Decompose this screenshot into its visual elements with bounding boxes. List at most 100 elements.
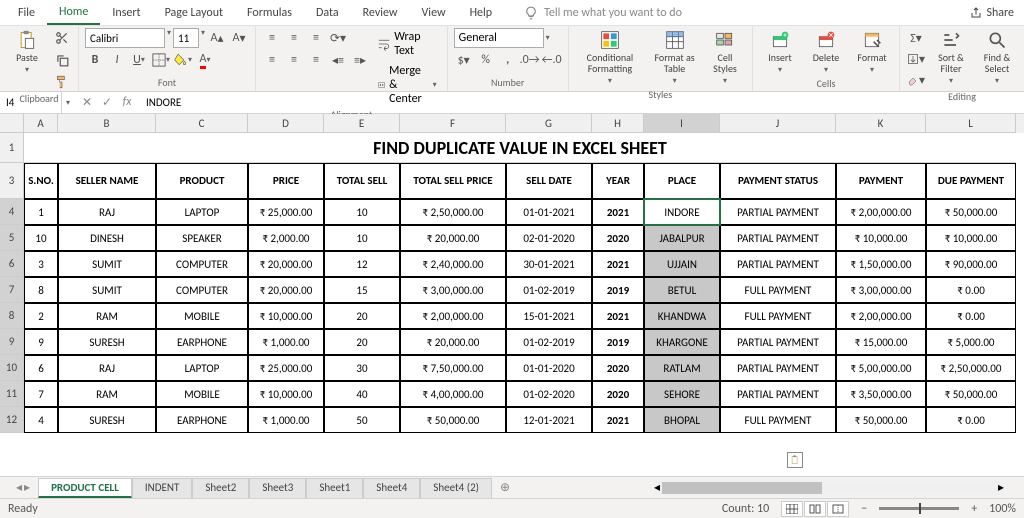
data-cell[interactable]: LAPTOP xyxy=(156,199,248,225)
header-cell[interactable]: TOTAL SELL xyxy=(324,163,400,199)
col-header-I[interactable]: I xyxy=(644,114,720,133)
data-cell[interactable]: 01-01-2020 xyxy=(506,355,592,381)
tab-home[interactable]: Home xyxy=(47,1,100,25)
data-cell[interactable]: ₹ 0.00 xyxy=(926,277,1016,303)
data-cell[interactable]: 2 xyxy=(24,303,58,329)
data-cell[interactable]: SURESH xyxy=(58,407,156,433)
tab-help[interactable]: Help xyxy=(458,2,505,24)
data-cell[interactable]: ₹ 7,50,000.00 xyxy=(400,355,506,381)
col-header-K[interactable]: K xyxy=(836,114,926,133)
align-left-button[interactable]: ≡ xyxy=(262,50,282,70)
data-cell[interactable]: BHOPAL xyxy=(644,407,720,433)
data-cell[interactable]: ₹ 0.00 xyxy=(926,303,1016,329)
data-cell[interactable]: 2021 xyxy=(592,251,644,277)
header-cell[interactable]: PRICE xyxy=(248,163,324,199)
data-cell[interactable]: 2019 xyxy=(592,329,644,355)
cells-grid[interactable]: FIND DUPLICATE VALUE IN EXCEL SHEETS.NO.… xyxy=(24,133,1016,433)
data-cell[interactable]: 10 xyxy=(324,199,400,225)
data-cell[interactable]: DINESH xyxy=(58,225,156,251)
font-name-input[interactable] xyxy=(85,28,165,48)
data-cell[interactable]: ₹ 10,000.00 xyxy=(248,303,324,329)
format-painter-button[interactable] xyxy=(52,72,72,92)
data-cell[interactable]: ₹ 4,00,000.00 xyxy=(400,381,506,407)
col-header-B[interactable]: B xyxy=(58,114,156,133)
add-sheet-button[interactable]: ⊕ xyxy=(492,478,518,497)
wrap-text-button[interactable]: Wrap Text xyxy=(374,28,441,60)
data-cell[interactable]: 2021 xyxy=(592,303,644,329)
paste-options-tag[interactable] xyxy=(787,452,803,468)
sheet-tab[interactable]: INDENT xyxy=(132,478,192,498)
tab-file[interactable]: File xyxy=(6,2,47,24)
underline-button[interactable]: U▾ xyxy=(129,50,149,70)
header-cell[interactable]: SELL DATE xyxy=(506,163,592,199)
data-cell[interactable]: COMPUTER xyxy=(156,251,248,277)
data-cell[interactable]: 2021 xyxy=(592,407,644,433)
align-bottom-button[interactable]: ≡ xyxy=(306,28,326,48)
data-cell[interactable]: ₹ 20,000.00 xyxy=(248,277,324,303)
data-cell[interactable]: BETUL xyxy=(644,277,720,303)
data-cell[interactable]: 2021 xyxy=(592,199,644,225)
cell-styles-button[interactable]: Cell Styles▾ xyxy=(704,28,746,88)
tab-view[interactable]: View xyxy=(410,2,458,24)
decrease-font-button[interactable]: A▾ xyxy=(229,28,249,48)
data-cell[interactable]: SUMIT xyxy=(58,277,156,303)
font-color-button[interactable]: A▾ xyxy=(195,50,215,70)
data-cell[interactable]: 40 xyxy=(324,381,400,407)
data-cell[interactable]: 9 xyxy=(24,329,58,355)
fill-button[interactable]: ▾ xyxy=(906,49,926,69)
dec-decimal-button[interactable]: ←.0 xyxy=(542,50,562,70)
data-cell[interactable]: ₹ 3,00,000.00 xyxy=(400,277,506,303)
data-cell[interactable]: ₹ 50,000.00 xyxy=(836,407,926,433)
data-cell[interactable]: FULL PAYMENT xyxy=(720,277,836,303)
data-cell[interactable]: 01-02-2019 xyxy=(506,329,592,355)
header-cell[interactable]: TOTAL SELL PRICE xyxy=(400,163,506,199)
align-right-button[interactable]: ≡ xyxy=(306,50,326,70)
data-cell[interactable]: 15-01-2021 xyxy=(506,303,592,329)
data-cell[interactable]: LAPTOP xyxy=(156,355,248,381)
data-cell[interactable]: EARPHONE xyxy=(156,329,248,355)
zoom-level[interactable]: 100% xyxy=(989,502,1016,516)
col-header-C[interactable]: C xyxy=(156,114,248,133)
sheet-nav-next[interactable]: ▸ xyxy=(24,480,30,495)
inc-decimal-button[interactable]: .0→ xyxy=(520,50,540,70)
row-header-11[interactable]: 11 xyxy=(0,381,24,407)
copy-button[interactable] xyxy=(52,50,72,70)
orientation-button[interactable]: ⟳▾ xyxy=(328,28,348,48)
tab-insert[interactable]: Insert xyxy=(100,2,152,24)
row-header-10[interactable]: 10 xyxy=(0,355,24,381)
data-cell[interactable]: RAM xyxy=(58,381,156,407)
number-format-select[interactable] xyxy=(454,28,544,48)
data-cell[interactable]: 1 xyxy=(24,199,58,225)
row-header-8[interactable]: 8 xyxy=(0,303,24,329)
data-cell[interactable]: 30-01-2021 xyxy=(506,251,592,277)
data-cell[interactable]: ₹ 50,000.00 xyxy=(926,199,1016,225)
data-cell[interactable]: ₹ 3,50,000.00 xyxy=(836,381,926,407)
data-cell[interactable]: ₹ 0.00 xyxy=(926,407,1016,433)
col-header-F[interactable]: F xyxy=(400,114,506,133)
data-cell[interactable]: KHARGONE xyxy=(644,329,720,355)
view-page-break-button[interactable] xyxy=(827,501,849,517)
data-cell[interactable]: ₹ 50,000.00 xyxy=(926,381,1016,407)
italic-button[interactable]: I xyxy=(107,50,127,70)
align-top-button[interactable]: ≡ xyxy=(262,28,282,48)
data-cell[interactable]: 20 xyxy=(324,303,400,329)
row-header-1[interactable]: 1 xyxy=(0,133,24,163)
col-header-A[interactable]: A xyxy=(24,114,58,133)
col-header-D[interactable]: D xyxy=(248,114,324,133)
data-cell[interactable]: FULL PAYMENT xyxy=(720,407,836,433)
data-cell[interactable]: 7 xyxy=(24,381,58,407)
border-button[interactable]: ▾ xyxy=(151,50,171,70)
data-cell[interactable]: RAM xyxy=(58,303,156,329)
col-header-J[interactable]: J xyxy=(720,114,836,133)
title-cell[interactable]: FIND DUPLICATE VALUE IN EXCEL SHEET xyxy=(24,133,1016,163)
data-cell[interactable]: ₹ 2,50,000.00 xyxy=(926,355,1016,381)
data-cell[interactable]: ₹ 2,50,000.00 xyxy=(400,199,506,225)
data-cell[interactable]: 12 xyxy=(324,251,400,277)
zoom-out-button[interactable]: − xyxy=(861,502,867,516)
data-cell[interactable]: RAJ xyxy=(58,355,156,381)
horizontal-scrollbar[interactable]: ◂ ▸ xyxy=(654,481,1004,495)
data-cell[interactable]: 01-02-2019 xyxy=(506,277,592,303)
data-cell[interactable]: ₹ 5,00,000.00 xyxy=(836,355,926,381)
data-cell[interactable]: ₹ 10,000.00 xyxy=(926,225,1016,251)
sheet-tab[interactable]: PRODUCT CELL xyxy=(38,478,132,498)
